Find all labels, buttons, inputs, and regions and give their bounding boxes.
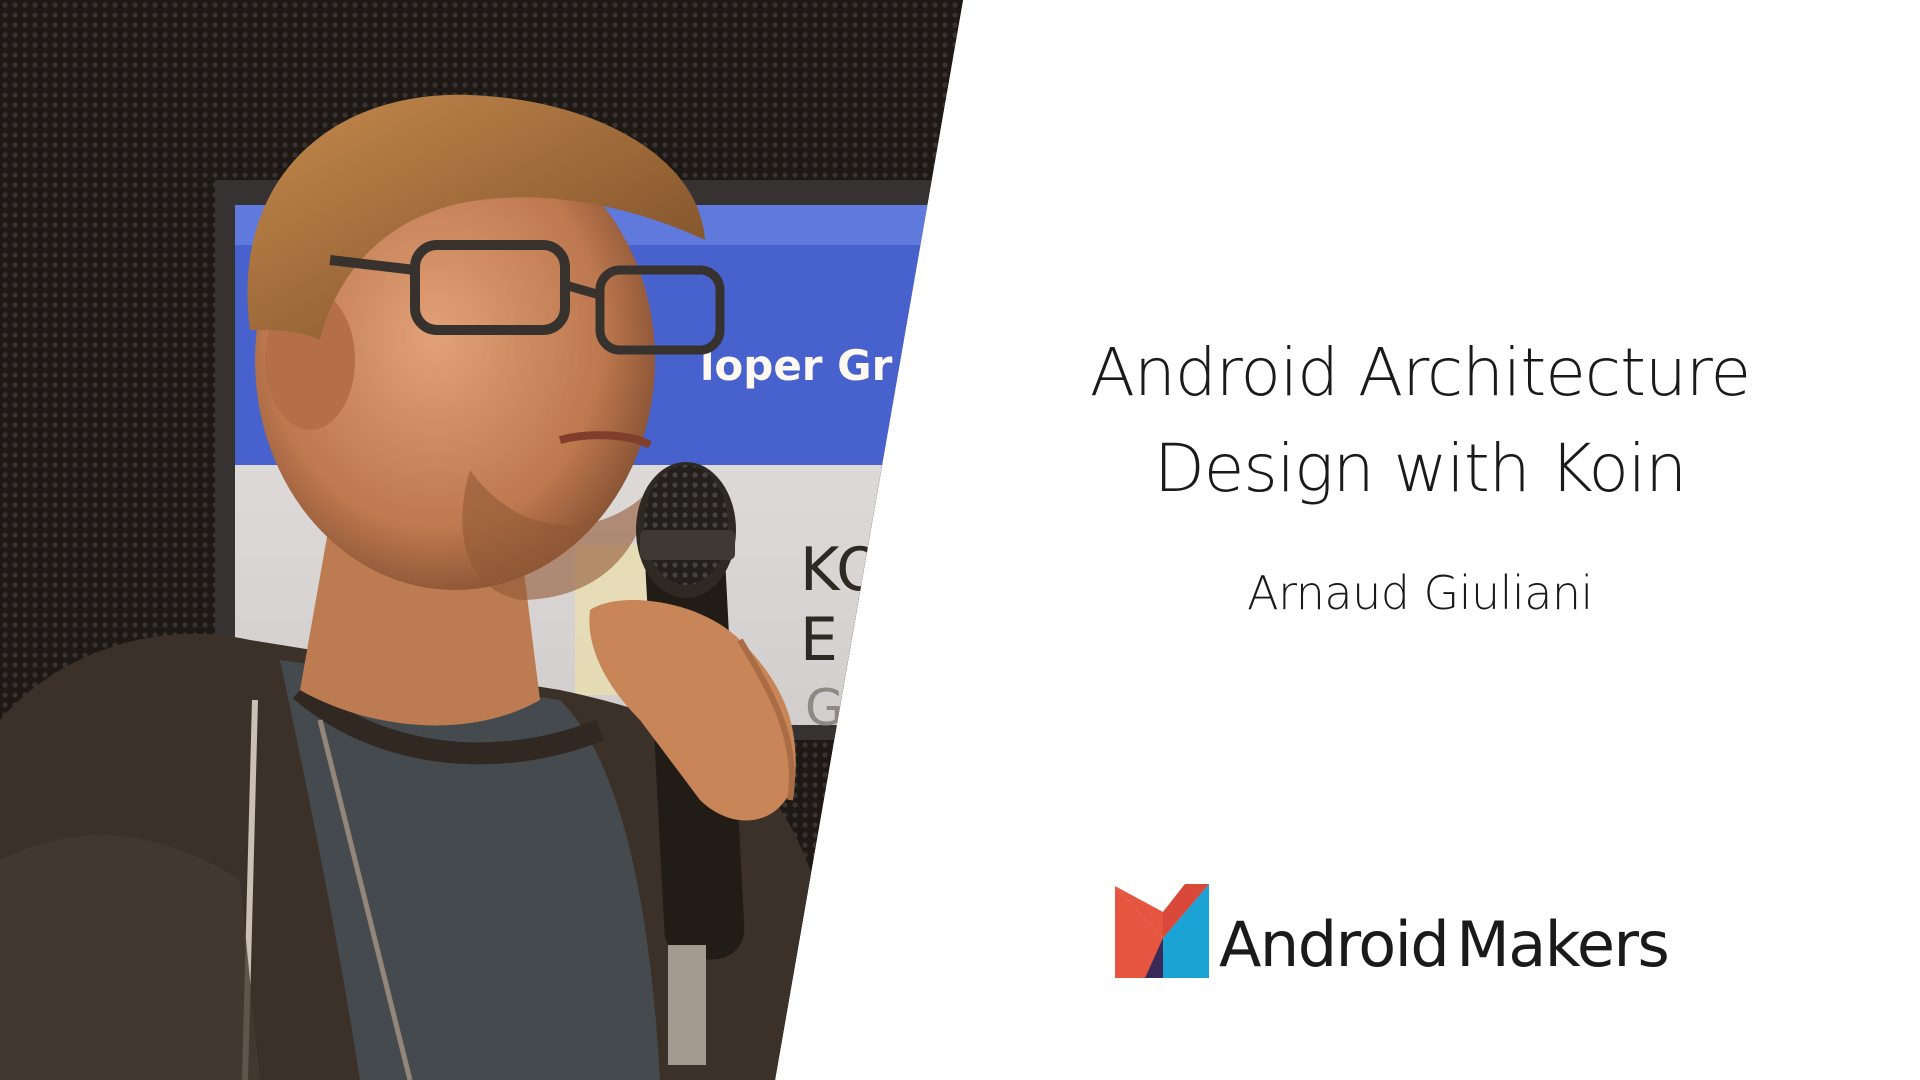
slide: loper Gr KO E G Android Architecture Des… xyxy=(0,0,1920,1080)
talk-title-line-1: Android Architecture xyxy=(1089,334,1751,411)
android-makers-logo-mark-icon xyxy=(1115,884,1209,978)
speaker-photo-illustration: loper Gr KO E G xyxy=(0,0,963,1080)
logo-word-android: Android xyxy=(1219,908,1450,981)
android-makers-wordmark: Android Makers xyxy=(1219,914,1670,978)
logo-word-makers: Makers xyxy=(1456,908,1670,981)
android-makers-logo: Android Makers xyxy=(1115,878,1670,978)
talk-title-line-2: Design with Koin xyxy=(1153,430,1687,507)
title-block: Android Architecture Design with Koin Ar… xyxy=(1020,325,1820,623)
speaker-name: Arnaud Giuliani xyxy=(1247,566,1593,620)
